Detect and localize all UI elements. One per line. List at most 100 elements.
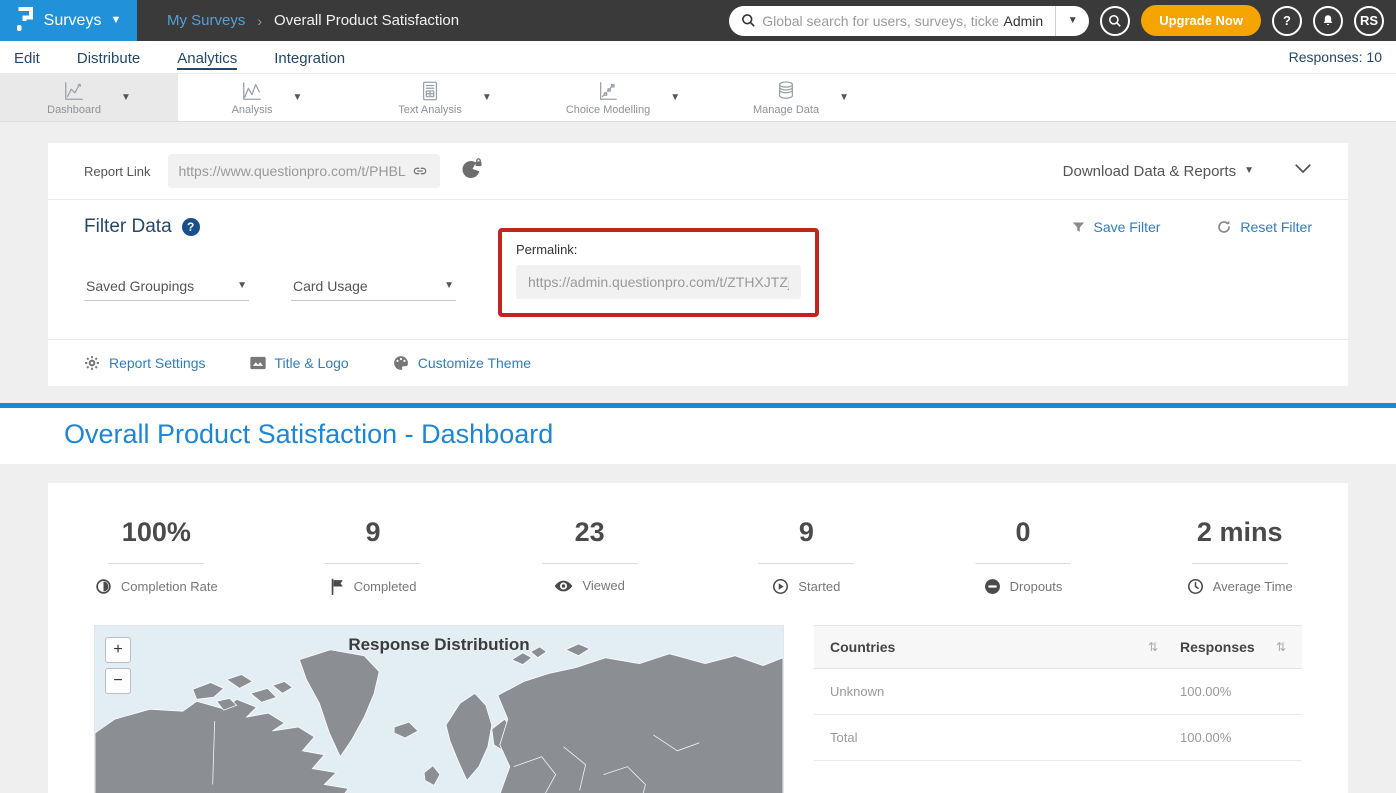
- breadcrumb-my-surveys[interactable]: My Surveys: [167, 12, 245, 29]
- upgrade-now-button[interactable]: Upgrade Now: [1141, 5, 1261, 36]
- dashboard-card: 100% Completion Rate 9 Completed 23: [48, 483, 1348, 793]
- questionpro-logo-icon: [16, 6, 35, 36]
- reset-filter-button[interactable]: Reset Filter: [1216, 219, 1312, 235]
- tab-distribute[interactable]: Distribute: [77, 48, 140, 67]
- clock-icon: [1187, 578, 1204, 595]
- toolbar-item-dashboard[interactable]: Dashboard ▼: [0, 74, 178, 121]
- stat-viewed: 23 Viewed: [481, 517, 698, 595]
- stat-completed: 9 Completed: [265, 517, 482, 595]
- report-settings-link[interactable]: Report Settings: [84, 355, 206, 371]
- responses-cell: 100.00%: [1180, 684, 1231, 699]
- minus-circle-icon: [984, 578, 1001, 595]
- global-search: Admin ▼: [729, 6, 1089, 36]
- sort-icon[interactable]: ⇅: [1148, 640, 1158, 654]
- map-title: Response Distribution: [95, 626, 783, 655]
- report-link-label: Report Link: [84, 164, 150, 179]
- map-zoom-in-button[interactable]: +: [105, 637, 131, 663]
- countries-column-header[interactable]: Countries: [830, 639, 895, 655]
- report-link-row: Report Link Download Data & Reports ▼: [48, 143, 1348, 200]
- choice-modelling-icon: [596, 80, 620, 102]
- caret-down-icon[interactable]: ▼: [121, 92, 131, 103]
- title-logo-link[interactable]: Title & Logo: [250, 355, 349, 371]
- permalink-field: [516, 265, 801, 299]
- download-data-reports-dropdown[interactable]: Download Data & Reports ▼: [1063, 163, 1254, 180]
- caret-down-icon[interactable]: ▼: [670, 92, 680, 103]
- toolbar-item-manage-data[interactable]: Manage Data ▼: [712, 74, 890, 121]
- privacy-lock-icon[interactable]: [460, 157, 484, 186]
- tab-analytics[interactable]: Analytics: [177, 48, 237, 67]
- responses-count: Responses: 10: [1289, 49, 1382, 65]
- stat-completion-rate: 100% Completion Rate: [48, 517, 265, 595]
- report-settings-row: Report Settings Title & Logo Customize T…: [48, 340, 1348, 386]
- report-link-field: [168, 154, 440, 188]
- flag-icon: [330, 578, 345, 595]
- report-link-input[interactable]: [178, 163, 410, 179]
- permalink-highlight-box: Permalink:: [498, 228, 819, 317]
- stats-row: 100% Completion Rate 9 Completed 23: [48, 517, 1348, 595]
- map-zoom-controls: + −: [105, 637, 131, 694]
- help-button[interactable]: ?: [1272, 6, 1302, 36]
- search-icon: [741, 13, 756, 28]
- responses-column-header[interactable]: Responses: [1180, 639, 1255, 655]
- bell-icon: [1321, 13, 1335, 28]
- caret-down-icon: ▼: [110, 15, 121, 26]
- tab-edit[interactable]: Edit: [14, 48, 40, 67]
- funnel-icon: [1071, 220, 1086, 235]
- caret-down-icon: ▼: [444, 281, 454, 291]
- stat-average-time: 2 mins Average Time: [1131, 517, 1348, 595]
- collapse-chevron-icon[interactable]: [1294, 162, 1312, 180]
- map-zoom-out-button[interactable]: −: [105, 668, 131, 694]
- permalink-input[interactable]: [528, 274, 789, 290]
- title-band: Overall Product Satisfaction - Dashboard: [0, 408, 1396, 464]
- search-button[interactable]: [1100, 6, 1130, 36]
- caret-down-icon: ▼: [237, 281, 247, 291]
- toolbar-item-choice-modelling[interactable]: Choice Modelling ▼: [534, 74, 712, 121]
- topbar-actions: Admin ▼ Upgrade Now ? RS: [729, 5, 1396, 36]
- user-avatar[interactable]: RS: [1354, 6, 1384, 36]
- country-cell: Unknown: [830, 684, 884, 699]
- countries-table: Countries ⇅ Responses ⇅ Unknown 100.00% …: [814, 625, 1302, 793]
- product-switcher[interactable]: Surveys ▼: [0, 0, 137, 41]
- filter-help-icon[interactable]: ?: [182, 218, 200, 236]
- analytics-toolbar: Dashboard ▼ Analysis ▼ Text Analysis ▼ C…: [0, 74, 1396, 122]
- countries-table-header: Countries ⇅ Responses ⇅: [814, 625, 1302, 669]
- stat-started: 9 Started: [698, 517, 915, 595]
- caret-down-icon[interactable]: ▼: [293, 92, 303, 103]
- caret-down-icon: ▼: [1244, 166, 1254, 176]
- half-circle-icon: [95, 578, 112, 595]
- tab-integration[interactable]: Integration: [274, 48, 345, 67]
- search-icon: [1108, 14, 1122, 28]
- permalink-label: Permalink:: [516, 242, 801, 257]
- eye-icon: [554, 579, 573, 593]
- toolbar-item-text-analysis[interactable]: Text Analysis ▼: [356, 74, 534, 121]
- save-filter-button[interactable]: Save Filter: [1071, 219, 1161, 235]
- palette-icon: [393, 355, 409, 371]
- country-cell: Total: [830, 730, 857, 745]
- search-scope-dropdown[interactable]: ▼: [1055, 6, 1089, 36]
- global-search-input[interactable]: [762, 13, 997, 29]
- breadcrumb: My Surveys › Overall Product Satisfactio…: [167, 12, 459, 29]
- toolbar-item-analysis[interactable]: Analysis ▼: [178, 74, 356, 121]
- caret-down-icon[interactable]: ▼: [482, 92, 492, 103]
- notifications-button[interactable]: [1313, 6, 1343, 36]
- saved-groupings-select[interactable]: Saved Groupings ▼: [84, 272, 249, 301]
- table-row: Unknown 100.00%: [814, 669, 1302, 715]
- refresh-icon: [1216, 219, 1232, 235]
- caret-down-icon[interactable]: ▼: [839, 92, 849, 103]
- sort-icon[interactable]: ⇅: [1276, 640, 1286, 654]
- main-content: Report Link Download Data & Reports ▼ Fi…: [0, 122, 1396, 793]
- link-icon[interactable]: [410, 163, 430, 179]
- search-scope-label: Admin: [998, 13, 1056, 29]
- customize-theme-link[interactable]: Customize Theme: [393, 355, 531, 371]
- caret-down-icon: ▼: [1068, 16, 1078, 26]
- page-title: Overall Product Satisfaction - Dashboard: [64, 419, 1332, 450]
- card-usage-select[interactable]: Card Usage ▼: [291, 272, 456, 301]
- product-name: Surveys: [44, 12, 102, 30]
- top-bar: Surveys ▼ My Surveys › Overall Product S…: [0, 0, 1396, 41]
- survey-nav: Edit Distribute Analytics Integration Re…: [0, 41, 1396, 74]
- response-distribution-map[interactable]: Response Distribution + −: [94, 625, 784, 793]
- stat-dropouts: 0 Dropouts: [915, 517, 1132, 595]
- responses-cell: 100.00%: [1180, 730, 1231, 745]
- database-icon: [774, 80, 798, 102]
- report-controls-card: Report Link Download Data & Reports ▼ Fi…: [48, 143, 1348, 386]
